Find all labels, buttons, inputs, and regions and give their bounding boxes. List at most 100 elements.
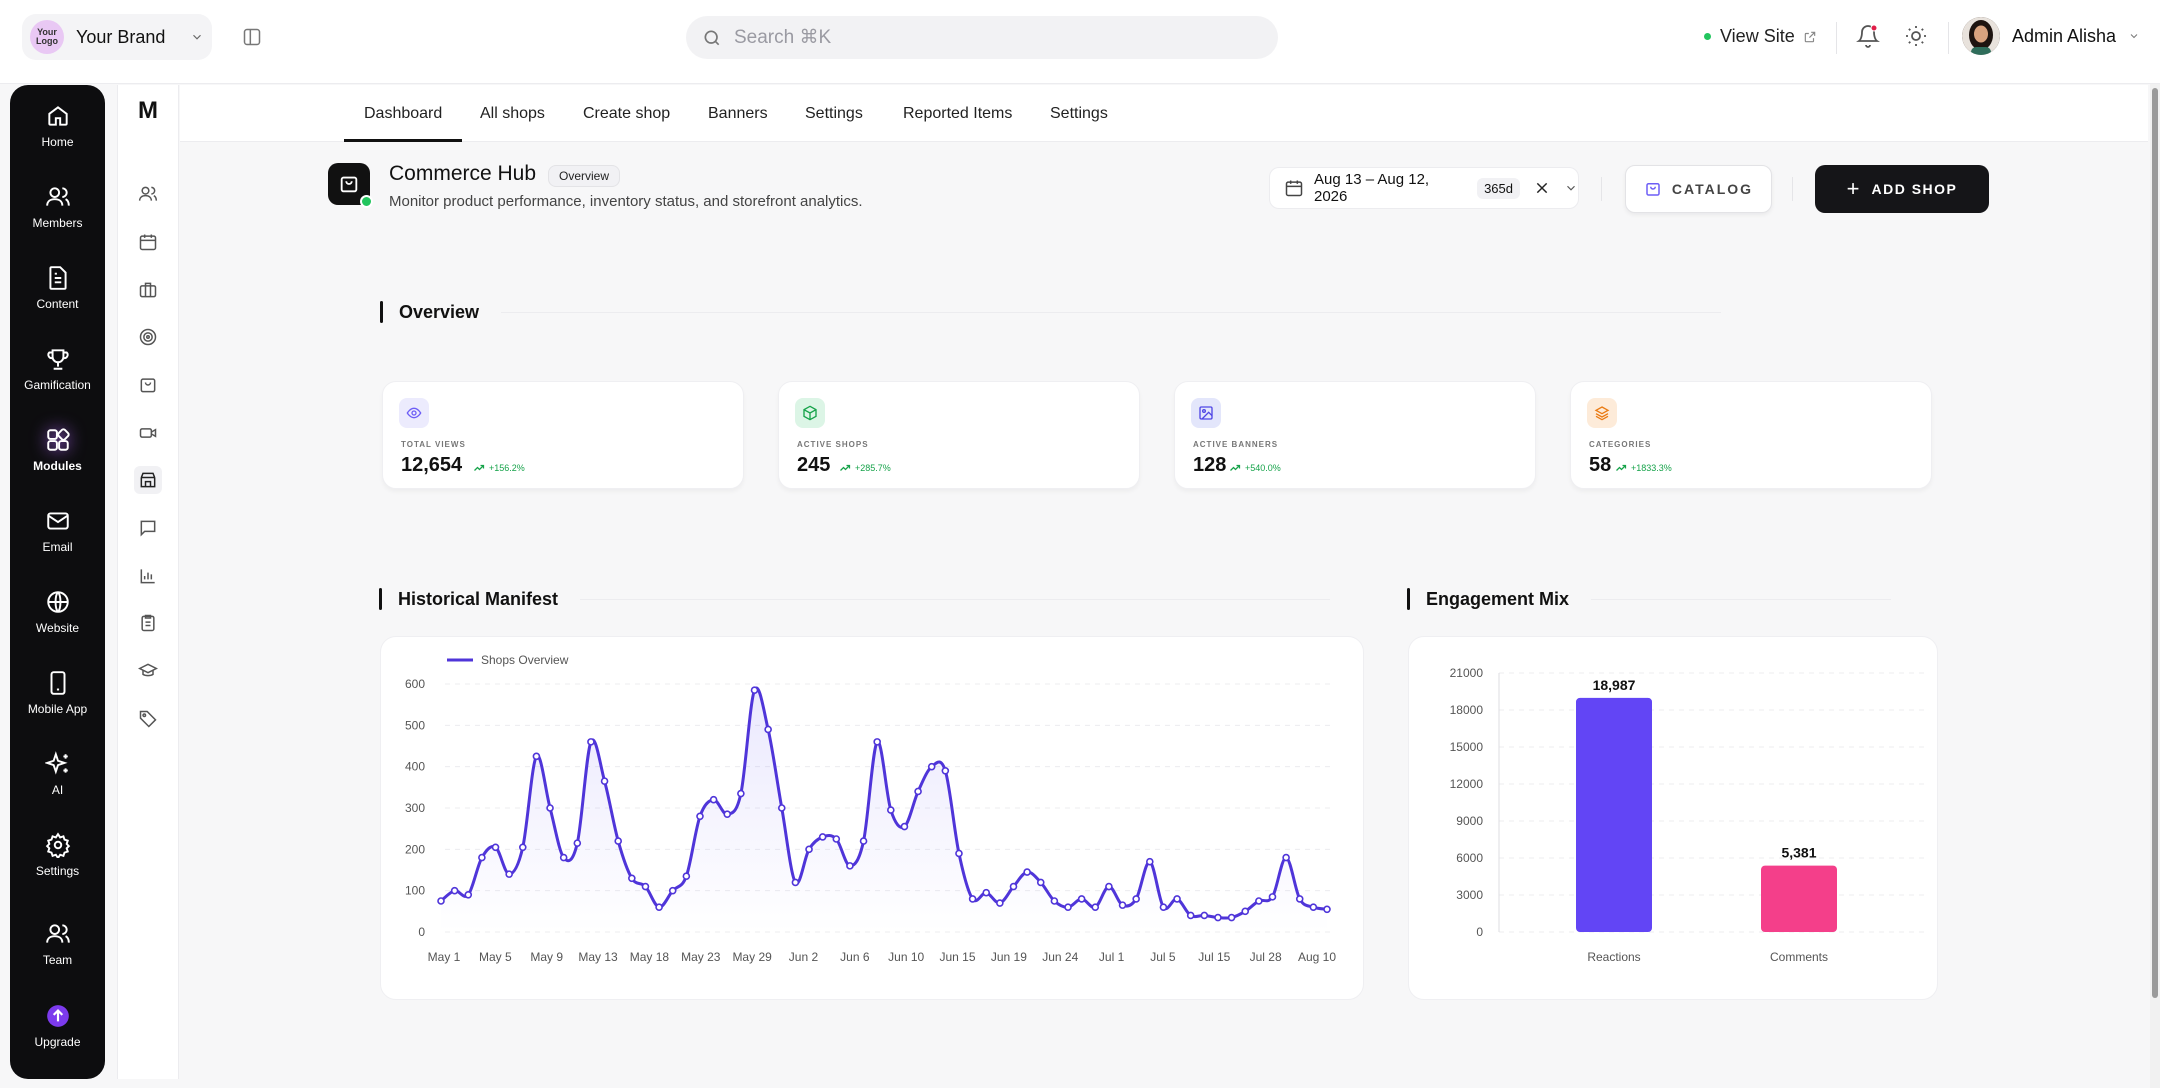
divider (1836, 22, 1837, 54)
sidebar-item-settings[interactable]: Settings (10, 832, 105, 878)
sidebar-item-home[interactable]: Home (10, 103, 105, 149)
secondary-sidebar: M (117, 85, 179, 1079)
tab-banners[interactable]: Banners (708, 85, 768, 142)
tab-all-shops[interactable]: All shops (480, 85, 545, 142)
legend-label: Shops Overview (481, 653, 569, 667)
bar-value-label: 18,987 (1593, 677, 1636, 693)
data-point (887, 806, 895, 814)
users-icon[interactable] (134, 180, 162, 208)
brand-switcher[interactable]: Your Logo Your Brand (22, 14, 212, 60)
data-point (996, 899, 1004, 907)
tag-icon[interactable] (134, 705, 162, 733)
kpi-value: 58 (1589, 454, 1612, 476)
clipboard-list-icon[interactable] (134, 609, 162, 637)
x-tick-label: Jun 2 (789, 950, 819, 964)
engagement-bar-chart: 0 3000 6000 9000 12000 15000 18000 21000 18,987 R… (1450, 666, 1924, 964)
data-point (641, 882, 650, 891)
layers-icon (1587, 398, 1617, 428)
kpi-change: +1833.3% (1615, 462, 1672, 474)
data-point (1118, 901, 1127, 909)
user-menu[interactable]: Admin Alisha (1962, 17, 2140, 55)
kpi-value: 128 (1193, 454, 1227, 476)
y-tick-label: 9000 (1456, 814, 1483, 828)
sidebar-item-team[interactable]: Team (10, 921, 105, 967)
data-point (982, 888, 991, 897)
x-tick-label: Aug 10 (1298, 950, 1336, 964)
sidebar-item-label: Email (42, 540, 73, 554)
page-title: Commerce Hub (389, 162, 537, 185)
tab-reported-items[interactable]: Reported Items (903, 85, 1012, 142)
bar (1576, 697, 1652, 932)
data-point (832, 835, 841, 843)
search-bar[interactable] (686, 16, 1278, 59)
target-icon[interactable] (134, 323, 162, 351)
y-tick-label: 6000 (1456, 851, 1483, 865)
sidebar-item-gamification[interactable]: Gamification (10, 346, 105, 392)
chevron-down-icon (2128, 30, 2140, 42)
kpi-card-categories: CATEGORIES 58 +1833.3% (1570, 381, 1932, 489)
chevron-down-icon (190, 30, 204, 44)
y-tick-label: 300 (405, 801, 425, 815)
data-point (614, 837, 622, 845)
upgrade-icon (10, 1003, 105, 1029)
sidebar-toggle-icon[interactable] (242, 27, 262, 47)
sidebar-item-ai[interactable]: AI (10, 751, 105, 797)
close-icon[interactable] (1534, 180, 1550, 196)
theme-toggle-icon[interactable] (1904, 24, 1928, 48)
data-point (587, 738, 595, 746)
trend-up-icon (1616, 464, 1627, 471)
data-point (1186, 911, 1195, 920)
data-point (1064, 903, 1072, 912)
add-shop-button[interactable]: + ADD SHOP (1815, 165, 1989, 213)
store-icon[interactable] (134, 466, 162, 494)
scrollbar[interactable] (2150, 84, 2160, 1088)
sidebar-item-website[interactable]: Website (10, 589, 105, 635)
trend-up-icon (1230, 464, 1241, 471)
sidebar-item-mobile-app[interactable]: Mobile App (10, 670, 105, 716)
kpi-card-active-shops: ACTIVE SHOPS 245 +285.7% (778, 381, 1140, 489)
sidebar-item-content[interactable]: Content (10, 265, 105, 311)
kpi-label: TOTAL VIEWS (401, 440, 466, 449)
x-category-label: Comments (1770, 950, 1828, 964)
y-tick-label: 100 (405, 884, 425, 898)
y-tick-label: 0 (418, 925, 425, 939)
chat-icon[interactable] (134, 514, 162, 542)
calendar-icon (1284, 178, 1304, 198)
video-icon[interactable] (134, 419, 162, 447)
x-tick-label: May 18 (630, 950, 670, 964)
graduation-cap-icon[interactable] (134, 657, 162, 685)
home-icon (10, 103, 105, 129)
data-point (900, 822, 909, 831)
view-site-link[interactable]: View Site (1704, 26, 1817, 47)
sidebar-item-members[interactable]: Members (10, 184, 105, 230)
search-input[interactable] (734, 26, 1214, 49)
sidebar-item-label: Home (41, 135, 74, 149)
tab-dashboard[interactable]: Dashboard (344, 85, 463, 142)
y-tick-label: 0 (1476, 925, 1483, 939)
date-range-picker[interactable]: Aug 13 – Aug 12, 2026 365d (1269, 167, 1579, 209)
scrollbar-thumb[interactable] (2152, 88, 2158, 998)
briefcase-icon[interactable] (134, 276, 162, 304)
tab-settings-2[interactable]: Settings (1050, 85, 1108, 142)
shopping-bag-icon[interactable] (134, 371, 162, 399)
sidebar-item-label: AI (51, 783, 64, 797)
data-point (777, 804, 786, 812)
sidebar-item-label: Settings (35, 864, 80, 878)
chevron-down-icon[interactable] (1564, 181, 1578, 195)
bar-chart-icon[interactable] (134, 562, 162, 590)
data-point (1091, 903, 1100, 912)
notification-bell-icon[interactable] (1856, 24, 1880, 48)
x-tick-label: Jul 5 (1150, 950, 1176, 964)
catalog-button[interactable]: CATALOG (1625, 165, 1772, 213)
view-site-label: View Site (1720, 26, 1795, 46)
data-point (927, 762, 936, 771)
data-point (750, 686, 759, 695)
calendar-icon[interactable] (134, 228, 162, 256)
top-bar: Your Logo Your Brand View Site Admin Ali… (0, 0, 2160, 84)
sidebar-item-email[interactable]: Email (10, 508, 105, 554)
sidebar-item-modules[interactable]: Modules (10, 427, 105, 473)
tab-create-shop[interactable]: Create shop (583, 85, 670, 142)
brand-logo: Your Logo (30, 20, 64, 54)
sidebar-item-upgrade[interactable]: Upgrade (10, 1003, 105, 1049)
tab-settings[interactable]: Settings (805, 85, 863, 142)
